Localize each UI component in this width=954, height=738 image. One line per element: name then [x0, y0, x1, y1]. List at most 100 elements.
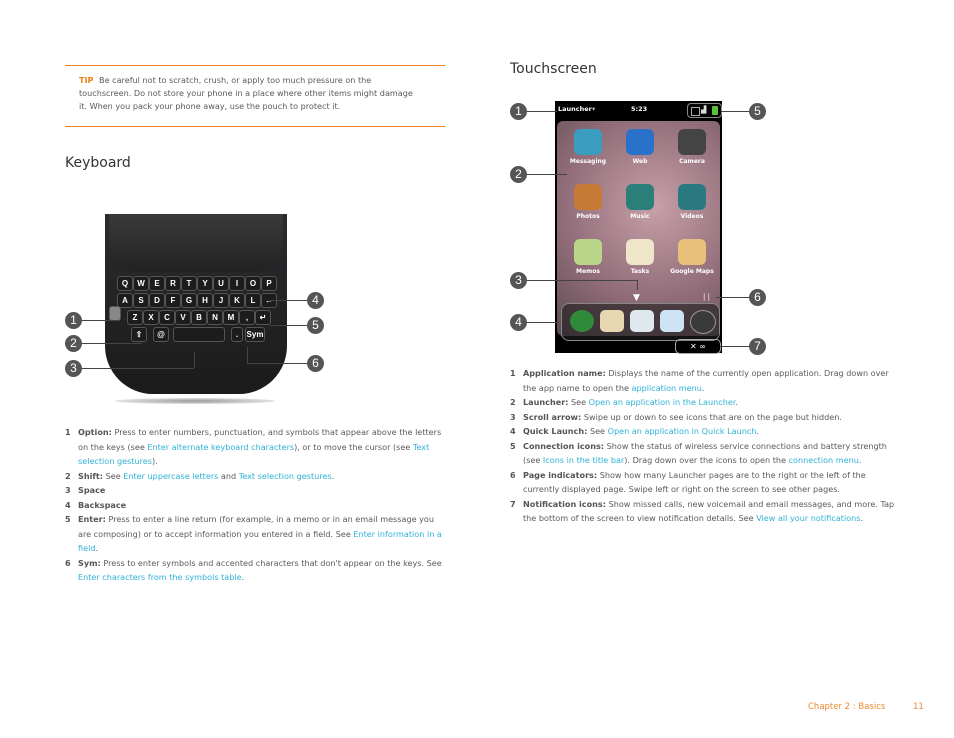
cross-reference-link[interactable]: Enter alternate keyboard characters: [147, 442, 294, 452]
callout-4: 4: [510, 314, 527, 331]
cross-reference-link[interactable]: Icons in the title bar: [543, 455, 624, 465]
keyboard-key[interactable]: Q: [117, 276, 133, 291]
app-launcher-item[interactable]: Tasks: [613, 239, 667, 275]
photos-icon: [574, 184, 602, 210]
cross-reference-link[interactable]: Text selection gestures: [239, 471, 332, 481]
device-shadow: [115, 398, 275, 404]
email-app-icon[interactable]: [630, 310, 654, 332]
callout-leader: [720, 346, 749, 347]
keyboard-key[interactable]: Y: [197, 276, 213, 291]
item-term: Sym:: [78, 557, 101, 568]
item-text: ). Drag down over the icons to open the: [624, 455, 789, 465]
cross-reference-link[interactable]: Enter characters from the symbols table: [78, 572, 242, 582]
keyboard-key[interactable]: V: [175, 310, 191, 325]
keyboard-key[interactable]: H: [197, 293, 213, 308]
cross-reference-link[interactable]: application menu: [632, 383, 702, 393]
keyboard-key[interactable]: U: [213, 276, 229, 291]
app-launcher-item[interactable]: Music: [613, 184, 667, 220]
app-launcher-item[interactable]: Memos: [561, 239, 615, 275]
music-icon: [626, 184, 654, 210]
calendar-app-icon[interactable]: [660, 310, 684, 332]
connection-icons[interactable]: ▟: [687, 103, 722, 118]
legend-item: 1 Application name: Displays the name of …: [510, 366, 895, 395]
keyboard-key[interactable]: R: [165, 276, 181, 291]
app-label: Messaging: [569, 158, 607, 165]
keyboard-key[interactable]: @: [153, 327, 169, 342]
callout-7: 7: [749, 338, 766, 355]
keyboard-key[interactable]: S: [133, 293, 149, 308]
cross-reference-link[interactable]: Open an application in Quick Launch: [608, 426, 757, 436]
keyboard-key[interactable]: P: [261, 276, 277, 291]
phone-device: Q W E R T Y U I O P A S D F G H J K L ← Z X C V B N M, ↵ ⇧ @. Sym: [105, 214, 287, 394]
app-launcher-item[interactable]: Videos: [665, 184, 719, 220]
keyboard-key[interactable]: E: [149, 276, 165, 291]
keyboard-key[interactable]: J: [213, 293, 229, 308]
callout-leader: [247, 347, 248, 363]
keyboard-key[interactable]: ,: [239, 310, 255, 325]
keyboard-key[interactable]: K: [229, 293, 245, 308]
messaging-icon: [574, 129, 602, 155]
callout-leader: [721, 111, 749, 112]
app-launcher-item[interactable]: Photos: [561, 184, 615, 220]
app-launcher-item[interactable]: Web: [613, 129, 667, 165]
item-term: Page indicators:: [523, 469, 598, 480]
cross-reference-link[interactable]: Open an application in the Launcher: [589, 397, 736, 407]
item-text: See: [105, 470, 124, 481]
keyboard-key[interactable]: F: [165, 293, 181, 308]
memos-icon: [574, 239, 602, 265]
keyboard-key[interactable]: Z: [127, 310, 143, 325]
callout-1: 1: [510, 103, 527, 120]
item-text: .: [95, 543, 99, 553]
notification-icons[interactable]: ✕ ∞: [675, 339, 721, 354]
device-screen-area: [109, 214, 283, 272]
keyboard-key[interactable]: L: [245, 293, 261, 308]
cross-reference-link[interactable]: View all your notifications: [756, 513, 860, 523]
keyboard-key[interactable]: D: [149, 293, 165, 308]
keyboard-key[interactable]: C: [159, 310, 175, 325]
legend-item: 3 Space: [65, 483, 447, 498]
contacts-app-icon[interactable]: [600, 310, 624, 332]
keyboard-key[interactable]: W: [133, 276, 149, 291]
legend-item: 6 Sym: Press to enter symbols and accente…: [65, 556, 447, 585]
keyboard-key[interactable]: T: [181, 276, 197, 291]
keyboard-key[interactable]: O: [245, 276, 261, 291]
app-label: Tasks: [630, 268, 650, 275]
item-number: 5: [65, 514, 71, 524]
keyboard-key[interactable]: I: [229, 276, 245, 291]
app-launcher-item[interactable]: Google Maps: [665, 239, 719, 275]
keyboard-key[interactable]: ⇧: [131, 327, 147, 342]
callout-leader: [82, 368, 194, 369]
keyboard-key[interactable]: G: [181, 293, 197, 308]
item-text: .: [756, 426, 759, 436]
item-number: 2: [65, 470, 71, 481]
launcher-toggle-icon[interactable]: [690, 310, 716, 334]
item-term: Space: [78, 485, 106, 495]
app-launcher-item[interactable]: Camera: [665, 129, 719, 165]
keyboard-key[interactable]: M: [223, 310, 239, 325]
keyboard-key[interactable]: Sym: [245, 327, 265, 342]
keyboard-key[interactable]: N: [207, 310, 223, 325]
item-text: .: [735, 397, 739, 407]
app-menu-arrow-icon: ▾: [592, 105, 596, 113]
phone-screen-image: Launcher ▾ 5:23 ▟ Messaging Web Camera Phot…: [555, 101, 722, 354]
cross-reference-link[interactable]: Enter uppercase letters: [123, 471, 218, 481]
keyboard-key[interactable]: .: [231, 327, 243, 342]
keyboard-key[interactable]: X: [143, 310, 159, 325]
option-key[interactable]: [109, 306, 121, 321]
legend-item: 1 Option: Press to enter numbers, punctua…: [65, 425, 447, 469]
keyboard-key[interactable]: [173, 327, 225, 342]
camera-icon: [678, 129, 706, 155]
phone-app-icon[interactable]: [570, 310, 594, 332]
scroll-arrow-icon[interactable]: ▼: [633, 293, 640, 303]
item-term: Option:: [78, 427, 112, 437]
keyboard-key[interactable]: B: [191, 310, 207, 325]
item-text: Press to enter symbols and accented char…: [103, 557, 442, 568]
callout-leader: [82, 343, 142, 344]
cross-reference-link[interactable]: connection menu: [789, 455, 859, 465]
app-launcher-item[interactable]: Messaging: [561, 129, 615, 165]
keyboard-key[interactable]: ↵: [255, 310, 271, 325]
app-label: Videos: [680, 213, 704, 220]
clock: 5:23: [631, 105, 648, 113]
callout-4: 4: [307, 292, 324, 309]
app-name[interactable]: Launcher: [558, 105, 592, 113]
